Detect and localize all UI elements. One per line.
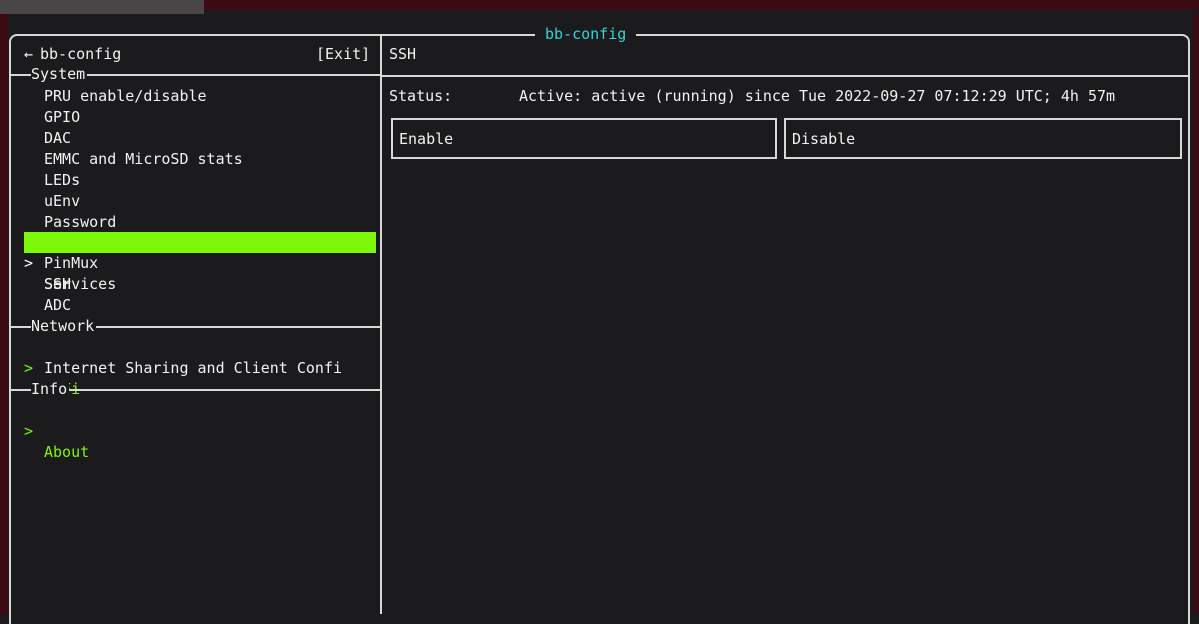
back-arrow-icon[interactable]: ← <box>24 44 33 65</box>
section-header-info: Info <box>9 379 381 400</box>
header-divider <box>381 75 1190 77</box>
menu-item-wifi[interactable]: > WiFi <box>24 337 376 398</box>
menu-item-internet-sharing[interactable]: Internet Sharing and Client Confi <box>24 358 376 379</box>
window-left-edge <box>0 14 8 614</box>
section-label: Network <box>31 316 97 337</box>
app-title: bb-config <box>535 24 637 44</box>
section-label: System <box>31 64 88 85</box>
terminal-tab[interactable] <box>0 0 204 14</box>
exit-button[interactable]: [Exit] <box>316 44 370 65</box>
menu-item-dac[interactable]: DAC <box>24 128 376 149</box>
menu-item-label: Password <box>44 213 117 231</box>
menu-item-services[interactable]: Services <box>24 274 376 295</box>
menu-item-label: GPIO <box>44 108 81 126</box>
menu-item-label: PinMux <box>44 254 99 272</box>
menu-item-label: DAC <box>44 129 72 147</box>
menu-item-label: PRU enable/disable <box>44 87 207 105</box>
status-value: Active: active (running) since Tue 2022-… <box>519 87 1116 105</box>
menu-item-pru[interactable]: PRU enable/disable <box>24 86 376 107</box>
section-label: Info <box>31 379 70 400</box>
enable-button[interactable]: Enable <box>391 118 777 159</box>
disable-button[interactable]: Disable <box>784 118 1182 159</box>
sidebar-app-name: bb-config <box>40 45 122 63</box>
menu-item-label: About <box>44 443 90 461</box>
menu-item-label: Internet Sharing and Client Confi <box>44 359 343 377</box>
menu-item-emmc[interactable]: EMMC and MicroSD stats <box>24 149 376 170</box>
section-header-system: System <box>9 64 381 85</box>
menu-item-leds[interactable]: LEDs <box>24 170 376 191</box>
menu-item-label: Services <box>44 275 117 293</box>
menu-item-label: uEnv <box>44 192 81 210</box>
enable-button-label: Enable <box>399 130 454 148</box>
status-label: Status: <box>389 87 453 105</box>
menu-item-about[interactable]: > About <box>24 400 376 461</box>
menu-item-gpio[interactable]: GPIO <box>24 107 376 128</box>
menu-item-password[interactable]: Password <box>24 212 376 233</box>
menu-item-uenv[interactable]: uEnv <box>24 191 376 212</box>
pane-title: SSH <box>389 45 417 63</box>
menu-item-label: LEDs <box>44 171 81 189</box>
disable-button-label: Disable <box>792 130 856 148</box>
menu-item-adc[interactable]: ADC <box>24 295 376 316</box>
menu-item-label: ADC <box>44 296 72 314</box>
menu-item-pinmux[interactable]: PinMux <box>24 253 376 274</box>
window-right-edge <box>1193 14 1199 614</box>
selection-marker: > <box>24 422 34 440</box>
menu-item-ssh[interactable]: > SSH <box>24 232 376 293</box>
section-header-network: Network <box>9 316 381 337</box>
menu-item-label: EMMC and MicroSD stats <box>44 150 243 168</box>
